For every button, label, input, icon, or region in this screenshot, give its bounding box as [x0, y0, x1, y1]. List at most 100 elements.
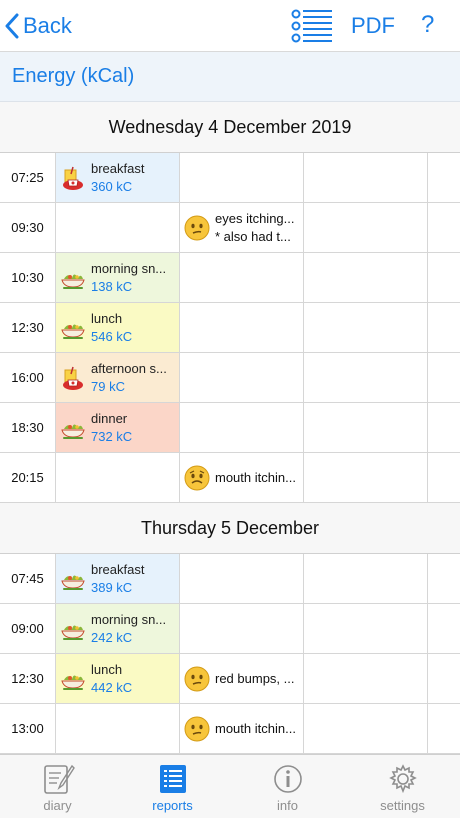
symptom-cell [180, 303, 304, 352]
symptom-cell[interactable]: mouth itchin... [180, 704, 304, 753]
confused-face-icon [184, 666, 210, 692]
empty-cell [428, 153, 460, 202]
pdf-button[interactable]: PDF [351, 13, 395, 39]
salad-bowl-icon [61, 575, 85, 590]
back-button[interactable]: Back [4, 10, 72, 42]
worried-face-icon [184, 465, 210, 491]
symptom-cell[interactable]: red bumps, ... [180, 654, 304, 703]
meal-cell[interactable]: morning sn... 242 kC [56, 604, 180, 653]
symptom-cell [180, 253, 304, 302]
tab-bar: diary reports info settings [0, 754, 460, 818]
meal-cell[interactable]: morning sn... 138 kC [56, 253, 180, 302]
confused-face-icon [184, 215, 210, 241]
meal-cell [56, 704, 180, 753]
tab-diary-label: diary [43, 798, 72, 813]
empty-cell [304, 453, 428, 502]
symptom-cell [180, 554, 304, 603]
table-row[interactable]: 16:00 afternoon s... 79 kC [0, 353, 460, 403]
notebook-pencil-icon [44, 764, 75, 794]
time-cell: 07:45 [0, 554, 56, 603]
salad-bowl-icon [61, 625, 85, 640]
meal-name: morning sn... [91, 261, 167, 276]
table-row[interactable]: 09:30 eyes itching... * also had t... [0, 203, 460, 253]
table-row[interactable]: 10:30 morning sn... 138 kC [0, 253, 460, 303]
empty-cell [428, 704, 460, 753]
meal-energy: 546 kC [91, 329, 133, 344]
empty-cell [304, 353, 428, 402]
empty-cell [428, 253, 460, 302]
symptom-text: mouth itchin... [215, 470, 296, 485]
empty-cell [428, 353, 460, 402]
meal-cell[interactable]: afternoon s... 79 kC [56, 353, 180, 402]
meal-cell[interactable]: lunch 442 kC [56, 654, 180, 703]
tab-diary[interactable]: diary [0, 755, 115, 819]
symptom-cell [180, 403, 304, 452]
table-row[interactable]: 12:30 lunch 442 kC red bumps, ... [0, 654, 460, 704]
empty-cell [304, 203, 428, 252]
empty-cell [428, 654, 460, 703]
list-icon[interactable] [290, 8, 334, 44]
meal-cell [56, 203, 180, 252]
empty-cell [304, 153, 428, 202]
table-row[interactable]: 07:25 breakfast 360 kC [0, 153, 460, 203]
meal-name: lunch [91, 662, 123, 677]
symptom-cell [180, 353, 304, 402]
empty-cell [304, 253, 428, 302]
table-row[interactable]: 12:30 lunch 546 kC [0, 303, 460, 353]
meal-energy: 360 kC [91, 179, 133, 194]
report-title-bar: Energy (kCal) [0, 52, 460, 102]
time-cell: 09:00 [0, 604, 56, 653]
time-cell: 13:00 [0, 704, 56, 753]
time-cell: 20:15 [0, 453, 56, 502]
empty-cell [428, 554, 460, 603]
empty-cell [428, 303, 460, 352]
drink-icon [63, 166, 83, 190]
salad-bowl-icon [61, 324, 85, 339]
empty-cell [304, 403, 428, 452]
symptom-cell[interactable]: eyes itching... * also had t... [180, 203, 304, 252]
meal-cell[interactable]: lunch 546 kC [56, 303, 180, 352]
time-cell: 12:30 [0, 303, 56, 352]
symptom-text: eyes itching... [215, 211, 295, 226]
meal-energy: 242 kC [91, 630, 133, 645]
meal-cell [56, 453, 180, 502]
meal-cell[interactable]: breakfast 389 kC [56, 554, 180, 603]
table-row[interactable]: 20:15 mouth itchin... [0, 453, 460, 503]
time-cell: 16:00 [0, 353, 56, 402]
time-cell: 18:30 [0, 403, 56, 452]
empty-cell [428, 203, 460, 252]
meal-energy: 79 kC [91, 379, 125, 394]
list-report-icon [160, 765, 186, 793]
table-row[interactable]: 09:00 morning sn... 242 kC [0, 604, 460, 654]
salad-bowl-icon [61, 675, 85, 690]
tab-settings[interactable]: settings [345, 755, 460, 819]
chevron-left-icon [5, 13, 19, 39]
symptom-cell [180, 153, 304, 202]
salad-bowl-icon [61, 424, 85, 439]
table-row[interactable]: 13:00 mouth itchin... [0, 704, 460, 754]
table-row[interactable]: 07:45 breakfast 389 kC [0, 554, 460, 604]
meal-energy: 138 kC [91, 279, 133, 294]
symptom-cell [180, 604, 304, 653]
meal-name: afternoon s... [91, 361, 167, 376]
day-header: Wednesday 4 December 2019 [0, 102, 460, 153]
report-table[interactable]: Wednesday 4 December 2019 07:25 breakfast 3… [0, 102, 460, 754]
empty-cell [428, 604, 460, 653]
meal-cell[interactable]: dinner 732 kC [56, 403, 180, 452]
tab-reports[interactable]: reports [115, 755, 230, 819]
tab-info[interactable]: info [230, 755, 345, 819]
symptom-cell[interactable]: mouth itchin... [180, 453, 304, 502]
symptom-text: red bumps, ... [215, 671, 295, 686]
empty-cell [304, 303, 428, 352]
time-cell: 09:30 [0, 203, 56, 252]
navigation-bar: Back PDF ? [0, 0, 460, 52]
confused-face-icon [184, 716, 210, 742]
info-icon [274, 765, 302, 793]
meal-energy: 442 kC [91, 680, 133, 695]
table-row[interactable]: 18:30 dinner 732 kC [0, 403, 460, 453]
time-cell: 10:30 [0, 253, 56, 302]
help-button[interactable]: ? [421, 11, 434, 39]
meal-name: breakfast [91, 161, 145, 176]
meal-cell[interactable]: breakfast 360 kC [56, 153, 180, 202]
report-title[interactable]: Energy (kCal) [12, 65, 134, 88]
